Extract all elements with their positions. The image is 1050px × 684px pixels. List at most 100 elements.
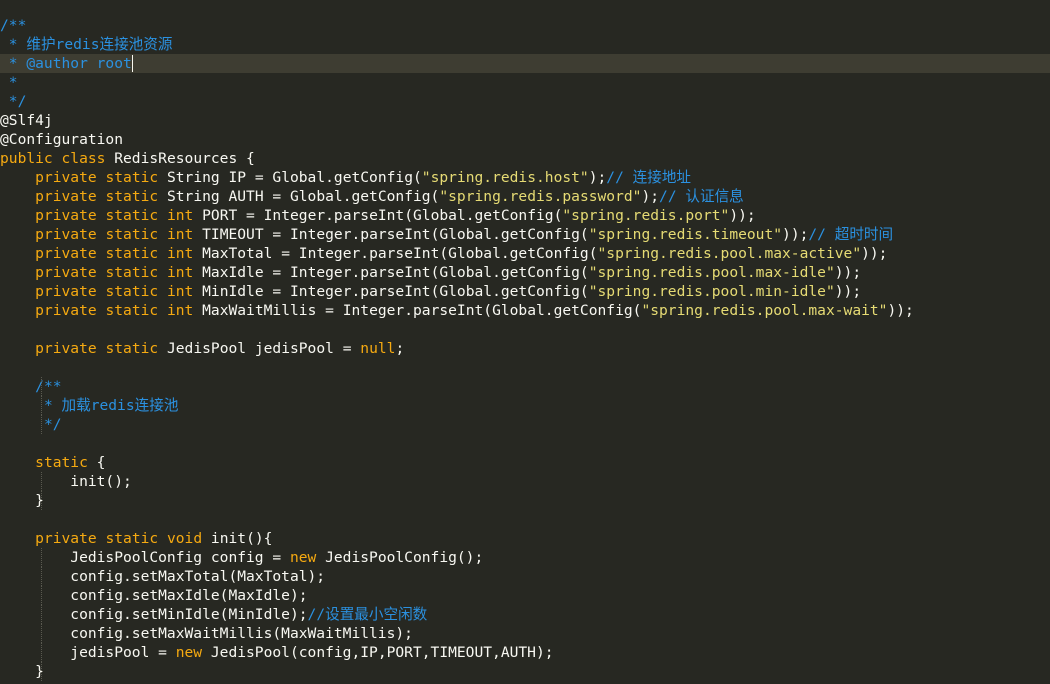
code-editor[interactable]: /** * 维护redis连接池资源 * @author root * */ @S… [0,0,1050,684]
code-token: jedisPool = [0,644,176,661]
code-token: * @author root [0,55,132,72]
indent-guide [41,472,42,491]
code-token: static [105,530,159,547]
code-token: { [87,454,106,471]
code-token: )); [729,207,756,224]
code-token: int [166,302,194,319]
code-line[interactable]: config.setMaxTotal(MaxTotal); [0,567,1050,586]
code-token: String IP = Global.getConfig( [158,169,422,186]
code-token: class [61,150,106,167]
code-token: @Slf4j [0,112,53,129]
code-line[interactable]: */ [0,415,1050,434]
code-token: static [105,188,159,205]
code-token: JedisPool jedisPool = [158,340,361,357]
code-token: ; [395,340,405,357]
code-token: config.setMaxIdle(MaxIdle); [0,587,308,604]
code-token: new [289,549,317,566]
code-token: static [105,340,159,357]
code-line[interactable]: /** [0,377,1050,396]
code-token: @Configuration [0,131,124,148]
code-token: int [166,226,194,243]
text-caret [131,55,133,72]
code-token: static [105,302,159,319]
code-token: MaxIdle = Integer.parseInt(Global.getCon… [193,264,589,281]
code-line[interactable]: static { [0,453,1050,472]
code-token: int [166,245,194,262]
code-token: "spring.redis.timeout" [588,226,783,243]
code-line[interactable]: @Slf4j [0,111,1050,130]
code-token: int [166,207,194,224]
code-token: "spring.redis.password" [439,188,642,205]
code-token: void [166,530,203,547]
code-line[interactable]: * @author root [0,54,1050,73]
code-token: "spring.redis.port" [562,207,730,224]
code-token: "spring.redis.pool.min-idle" [588,283,835,300]
code-token: private [35,169,97,186]
code-token: )); [861,245,888,262]
code-line[interactable]: } [0,491,1050,510]
code-token: private [35,188,97,205]
code-line[interactable]: init(); [0,472,1050,491]
code-line[interactable] [0,358,1050,377]
code-line[interactable] [0,320,1050,339]
code-line[interactable]: * 维护redis连接池资源 [0,35,1050,54]
code-line[interactable]: private static JedisPool jedisPool = nul… [0,339,1050,358]
code-line[interactable]: config.setMaxWaitMillis(MaxWaitMillis); [0,624,1050,643]
code-line[interactable]: * 加载redis连接池 [0,396,1050,415]
indent-guide [41,377,42,396]
code-token: )); [834,264,862,281]
code-token: */ [0,93,27,110]
indent-guide [41,548,42,567]
code-token: private [35,302,97,319]
code-line[interactable] [0,434,1050,453]
code-line[interactable]: private static int PORT = Integer.parseI… [0,206,1050,225]
code-token: static [105,207,159,224]
code-token: static [105,245,159,262]
code-line[interactable]: /** [0,16,1050,35]
code-line[interactable]: @Configuration [0,130,1050,149]
code-token: config.setMinIdle(MinIdle); [0,606,308,623]
code-line[interactable]: private static int MaxIdle = Integer.par… [0,263,1050,282]
code-line[interactable]: public class RedisResources { [0,149,1050,168]
code-line[interactable]: config.setMaxIdle(MaxIdle); [0,586,1050,605]
code-line[interactable]: private static String IP = Global.getCon… [0,168,1050,187]
code-line[interactable]: */ [0,92,1050,111]
code-token: static [105,283,159,300]
code-line[interactable]: config.setMinIdle(MinIdle);//设置最小空闲数 [0,605,1050,624]
code-token: config.setMaxWaitMillis(MaxWaitMillis); [0,625,413,642]
code-line[interactable]: jedisPool = new JedisPool(config,IP,PORT… [0,643,1050,662]
code-token: MaxTotal = Integer.parseInt(Global.getCo… [193,245,598,262]
code-line[interactable]: private static int TIMEOUT = Integer.par… [0,225,1050,244]
code-line[interactable]: private static int MaxWaitMillis = Integ… [0,301,1050,320]
code-token: "spring.redis.pool.max-active" [597,245,862,262]
code-token: init(){ [202,530,273,547]
code-line[interactable]: private static void init(){ [0,529,1050,548]
code-line[interactable]: private static String AUTH = Global.getC… [0,187,1050,206]
code-line[interactable]: private static int MaxTotal = Integer.pa… [0,244,1050,263]
code-token: int [166,283,194,300]
code-token: MaxWaitMillis = Integer.parseInt(Global.… [193,302,642,319]
code-line[interactable]: JedisPoolConfig config = new JedisPoolCo… [0,548,1050,567]
code-line[interactable]: * [0,73,1050,92]
code-token: int [166,264,194,281]
code-token: new [175,644,203,661]
code-token: private [35,340,97,357]
code-token: } [0,663,44,680]
code-token: private [35,264,97,281]
code-line[interactable]: } [0,662,1050,681]
code-line[interactable]: private static int MinIdle = Integer.par… [0,282,1050,301]
code-token: config.setMaxTotal(MaxTotal); [0,568,326,585]
code-line[interactable] [0,510,1050,529]
code-token: //设置最小空闲数 [307,606,428,623]
